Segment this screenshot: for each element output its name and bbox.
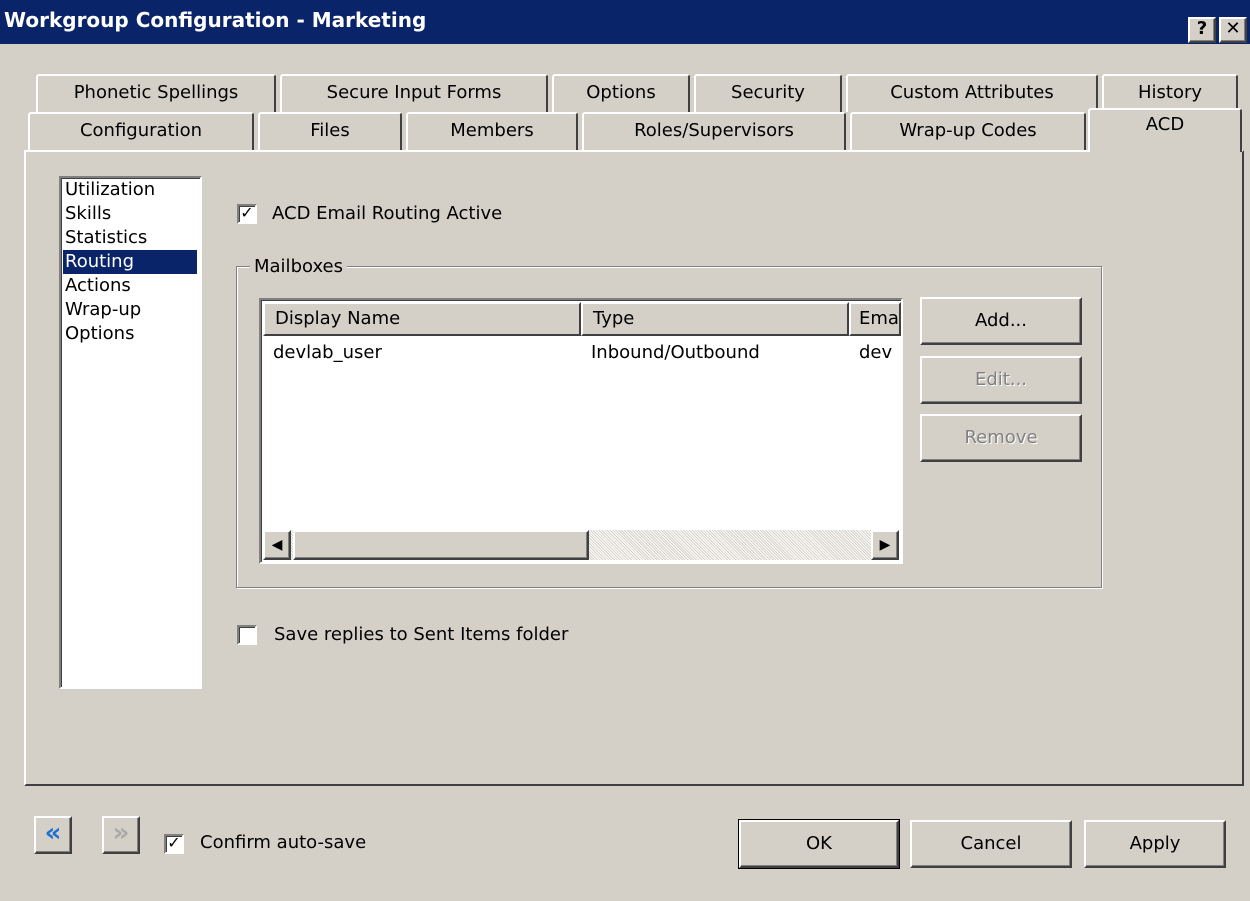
close-icon: ✕ xyxy=(1225,18,1241,39)
table-row-cell-email[interactable]: dev xyxy=(859,342,899,363)
tab-roles-supervisors[interactable]: Roles/Supervisors xyxy=(582,112,846,150)
window-title: Workgroup Configuration - Marketing xyxy=(4,8,427,32)
email-routing-label: ACD Email Routing Active xyxy=(272,203,503,224)
tab-options[interactable]: Options xyxy=(552,74,690,112)
list-item-routing[interactable]: Routing xyxy=(63,250,197,274)
tab-configuration[interactable]: Configuration xyxy=(28,112,254,150)
list-item-skills[interactable]: Skills xyxy=(61,202,200,226)
navigate-forward-button[interactable]: » xyxy=(102,816,140,854)
list-item-statistics[interactable]: Statistics xyxy=(61,226,200,250)
navigate-back-button[interactable]: « xyxy=(34,816,72,854)
remove-mailbox-button[interactable]: Remove xyxy=(920,414,1082,462)
acd-section-list[interactable]: Utilization Skills Statistics Routing Ac… xyxy=(59,176,202,689)
list-item-utilization[interactable]: Utilization xyxy=(61,178,200,202)
horizontal-scrollbar[interactable]: ◀ ▶ xyxy=(263,530,899,560)
list-item-actions[interactable]: Actions xyxy=(61,274,200,298)
column-header-display-name[interactable]: Display Name xyxy=(263,302,581,336)
ok-button[interactable]: OK xyxy=(738,819,900,869)
scrollbar-thumb[interactable] xyxy=(293,530,589,560)
tab-phonetic-spellings[interactable]: Phonetic Spellings xyxy=(36,74,276,112)
list-item-options[interactable]: Options xyxy=(61,322,200,346)
checkmark-icon: ✓ xyxy=(240,203,254,222)
table-row-cell-display-name[interactable]: devlab_user xyxy=(273,342,573,363)
column-header-type[interactable]: Type xyxy=(581,302,849,336)
double-chevron-right-icon: » xyxy=(112,818,130,848)
add-mailbox-button[interactable]: Add... xyxy=(920,297,1082,345)
scroll-right-icon[interactable]: ▶ xyxy=(871,530,899,560)
table-row-cell-type[interactable]: Inbound/Outbound xyxy=(591,342,841,363)
scroll-left-icon[interactable]: ◀ xyxy=(263,530,291,560)
close-button[interactable]: ✕ xyxy=(1219,17,1247,43)
confirm-autosave-checkbox[interactable]: ✓ xyxy=(164,834,184,854)
mailboxes-list[interactable]: Display Name Type Ema devlab_user Inboun… xyxy=(259,298,903,564)
help-button[interactable]: ? xyxy=(1188,17,1216,43)
column-header-email[interactable]: Ema xyxy=(849,302,901,336)
tab-history[interactable]: History xyxy=(1102,74,1238,112)
confirm-autosave-label: Confirm auto-save xyxy=(200,832,367,853)
apply-button[interactable]: Apply xyxy=(1084,820,1226,868)
title-bar: Workgroup Configuration - Marketing ? ✕ xyxy=(0,0,1250,44)
tab-custom-attributes[interactable]: Custom Attributes xyxy=(846,74,1098,112)
save-replies-label: Save replies to Sent Items folder xyxy=(274,624,569,645)
tab-secure-input-forms[interactable]: Secure Input Forms xyxy=(280,74,548,112)
edit-mailbox-button[interactable]: Edit... xyxy=(920,356,1082,404)
double-chevron-left-icon: « xyxy=(44,818,62,848)
tab-wrap-up-codes[interactable]: Wrap-up Codes xyxy=(850,112,1086,150)
list-item-wrap-up[interactable]: Wrap-up xyxy=(61,298,200,322)
email-routing-checkbox[interactable]: ✓ xyxy=(237,204,257,224)
tab-members[interactable]: Members xyxy=(406,112,578,150)
mailboxes-group-label: Mailboxes xyxy=(250,256,347,277)
tab-files[interactable]: Files xyxy=(258,112,402,150)
checkmark-icon: ✓ xyxy=(167,833,181,852)
save-replies-checkbox[interactable] xyxy=(237,625,257,645)
tab-security[interactable]: Security xyxy=(694,74,842,112)
cancel-button[interactable]: Cancel xyxy=(910,820,1072,868)
tab-acd[interactable]: ACD xyxy=(1088,108,1242,152)
